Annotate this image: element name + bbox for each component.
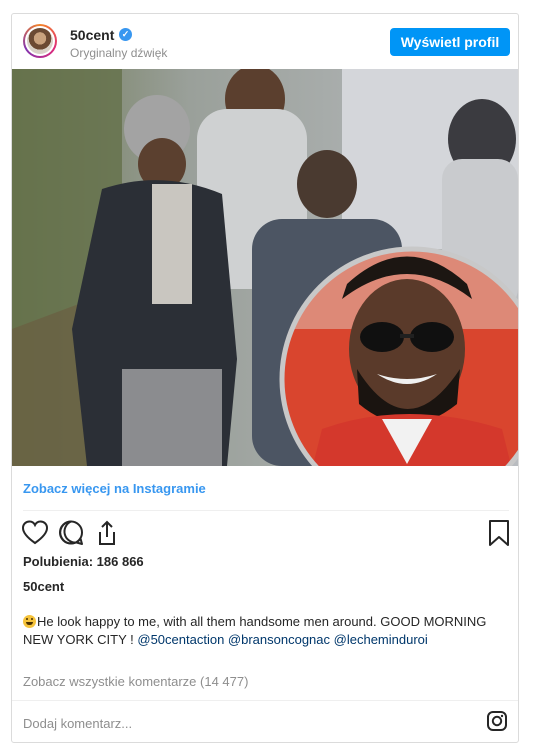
post-photo[interactable] <box>12 69 518 466</box>
instagram-embed-card: 50cent ✓ Oryginalny dźwięk Wyświetl prof… <box>11 13 519 743</box>
divider <box>23 510 509 511</box>
mention-50centaction[interactable]: @50centaction <box>137 632 224 647</box>
instagram-logo-icon[interactable] <box>486 710 508 732</box>
view-profile-button[interactable]: Wyświetl profil <box>390 28 510 56</box>
avatar[interactable] <box>23 24 57 58</box>
view-more-on-instagram-link[interactable]: Zobacz więcej na Instagramie <box>23 481 206 496</box>
verified-badge-icon: ✓ <box>119 28 132 41</box>
mention-lecheminduroi[interactable]: @lecheminduroi <box>334 632 428 647</box>
view-all-comments-link[interactable]: Zobacz wszystkie komentarze (14 477) <box>23 674 248 689</box>
mention-bransoncognac[interactable]: @bransoncognac <box>228 632 330 647</box>
add-comment-input[interactable]: Dodaj komentarz... <box>23 716 132 731</box>
audio-label[interactable]: Oryginalny dźwięk <box>70 46 167 60</box>
username[interactable]: 50cent <box>70 27 114 43</box>
caption-author[interactable]: 50cent <box>23 579 64 594</box>
photo-illustration <box>12 69 518 466</box>
laughing-face-emoji <box>23 615 36 628</box>
share-icon[interactable] <box>92 518 122 548</box>
divider <box>12 700 518 701</box>
caption: He look happy to me, with all them hands… <box>23 613 513 649</box>
comment-icon[interactable] <box>56 518 86 548</box>
bookmark-icon[interactable] <box>484 518 514 548</box>
post-header: 50cent ✓ Oryginalny dźwięk Wyświetl prof… <box>12 14 518 69</box>
heart-icon[interactable] <box>20 518 50 548</box>
avatar-image <box>27 28 53 54</box>
likes-count[interactable]: Polubienia: 186 866 <box>23 554 144 569</box>
action-bar <box>12 518 518 550</box>
